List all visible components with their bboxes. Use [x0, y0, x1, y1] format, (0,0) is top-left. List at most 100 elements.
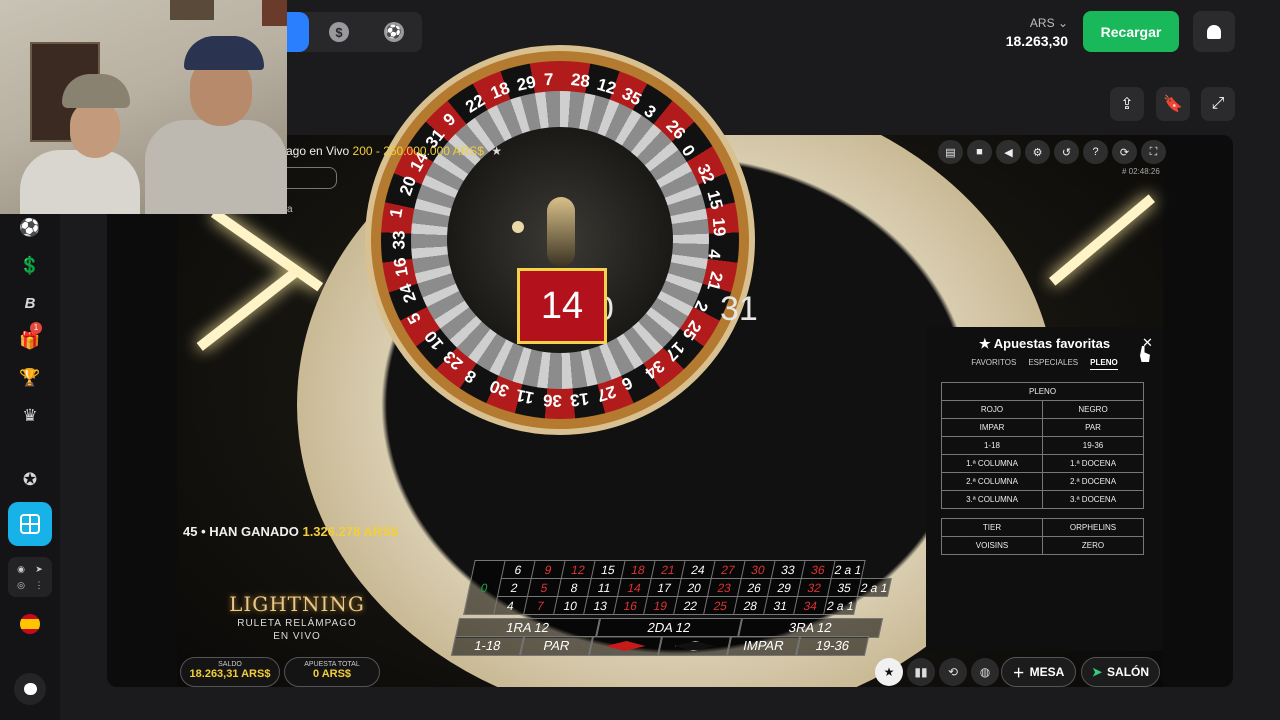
bet-cell[interactable]: 5 [527, 578, 562, 597]
favorite-bet[interactable]: 2.ª DOCENA [1042, 472, 1144, 491]
bet-cell[interactable]: 21 [651, 560, 686, 579]
bet-cell[interactable]: 24 [681, 560, 716, 579]
notifications-button[interactable] [1193, 11, 1235, 52]
bet-cell[interactable]: 20 [677, 578, 712, 597]
bet-cell[interactable]: 2 a 1 [823, 596, 858, 615]
tab-sports-icon[interactable]: ⚽ [384, 22, 404, 42]
favorite-bet[interactable]: 19-36 [1042, 436, 1144, 455]
history-icon[interactable]: ↺ [1054, 140, 1079, 164]
bet-cell[interactable]: 2 [497, 578, 532, 597]
chat-button[interactable] [14, 673, 46, 705]
special-bet[interactable]: VOISINS [941, 536, 1043, 555]
spain-flag-icon[interactable] [20, 614, 40, 634]
repeat-button[interactable]: ⟲ [939, 658, 967, 686]
bet-cell[interactable]: 10 [553, 596, 588, 615]
lobby-icon[interactable]: ⟳ [1112, 140, 1137, 164]
dozen-1[interactable]: 1RA 12 [454, 618, 601, 638]
bet-cell[interactable]: 4 [493, 596, 528, 615]
video-icon[interactable]: ■ [967, 140, 992, 164]
bet-even[interactable]: PAR [519, 636, 594, 656]
tab-pleno[interactable]: PLENO [1090, 358, 1118, 370]
bet-cell[interactable]: 28 [733, 596, 768, 615]
bet-cell[interactable]: 36 [801, 560, 836, 579]
table-button[interactable]: ＋ MESA [1001, 657, 1076, 687]
bet-cell[interactable]: 2 a 1 [857, 578, 892, 597]
crown-icon[interactable]: ♛ [15, 401, 45, 431]
bet-cell[interactable]: 9 [531, 560, 566, 579]
bet-19-36[interactable]: 19-36 [795, 636, 870, 656]
special-bet[interactable]: ZERO [1042, 536, 1144, 555]
favorite-bet[interactable]: 3.ª COLUMNA [941, 490, 1043, 509]
favorite-bet[interactable]: NEGRO [1042, 400, 1144, 419]
favorite-bet[interactable]: 2.ª COLUMNA [941, 472, 1043, 491]
favorite-bet[interactable]: IMPAR [941, 418, 1043, 437]
tab-dollar-icon[interactable]: $ [329, 22, 349, 42]
special-bet[interactable]: ORPHELINS [1042, 518, 1144, 537]
coin-icon[interactable]: 💲 [15, 251, 45, 281]
favorite-bet[interactable]: 1.ª COLUMNA [941, 454, 1043, 473]
bet-cell[interactable]: 27 [711, 560, 746, 579]
bet-cell[interactable]: 31 [763, 596, 798, 615]
bookmark-button[interactable]: 🔖 [1156, 87, 1190, 121]
bet-cell[interactable]: 30 [741, 560, 776, 579]
bet-cell[interactable]: 32 [797, 578, 832, 597]
sound-icon[interactable]: ◀ [996, 140, 1021, 164]
chat-toggle-icon[interactable]: ▤ [938, 140, 963, 164]
bet-cell[interactable]: 26 [737, 578, 772, 597]
recharge-button[interactable]: Recargar [1083, 11, 1179, 52]
bet-cell[interactable]: 33 [771, 560, 806, 579]
instagram-icon[interactable]: ◎ [14, 578, 28, 592]
bet-1-18[interactable]: 1-18 [450, 636, 525, 656]
bet-cell[interactable]: 17 [647, 578, 682, 597]
help-icon[interactable]: ? [1083, 140, 1108, 164]
windows-app-button[interactable] [8, 502, 52, 546]
dozen-3[interactable]: 3RA 12 [737, 618, 884, 638]
fullscreen-button[interactable]: ⤢ [1201, 87, 1235, 121]
telegram-icon[interactable]: ➤ [32, 562, 46, 576]
bet-cell[interactable]: 13 [583, 596, 618, 615]
trophy-icon[interactable]: 🏆 [15, 363, 45, 393]
overlay-tab[interactable] [287, 167, 337, 189]
bet-black[interactable] [657, 636, 732, 656]
bet-cell[interactable]: 6 [501, 560, 536, 579]
chips-button[interactable]: ◍ [971, 658, 999, 686]
favorite-bet[interactable]: PAR [1042, 418, 1144, 437]
favorites-button[interactable]: ★ [875, 658, 903, 686]
bet-cell[interactable]: 18 [621, 560, 656, 579]
bet-cell[interactable]: 2 a 1 [831, 560, 866, 579]
bet-cell[interactable]: 7 [523, 596, 558, 615]
pleno-header[interactable]: PLENO [941, 382, 1144, 401]
bet-cell[interactable]: 25 [703, 596, 738, 615]
more-icon[interactable]: ⋮ [32, 578, 46, 592]
special-bet[interactable]: TIER [941, 518, 1043, 537]
favorite-bet[interactable]: 1-18 [941, 436, 1043, 455]
bet-cell[interactable]: 14 [617, 578, 652, 597]
star-icon[interactable]: ★ [491, 144, 502, 158]
balance-display[interactable]: ARS ⌄ 18.263,30 [1006, 16, 1068, 49]
tab-especiales[interactable]: ESPECIALES [1028, 358, 1078, 370]
bet-cell[interactable]: 15 [591, 560, 626, 579]
bet-cell[interactable]: 8 [557, 578, 592, 597]
statistics-button[interactable]: ▮▮ [907, 658, 935, 686]
bet-cell[interactable]: 12 [561, 560, 596, 579]
badge-check-icon[interactable]: ✪ [15, 465, 45, 495]
dozen-2[interactable]: 2DA 12 [596, 618, 742, 638]
bet-cell[interactable]: 23 [707, 578, 742, 597]
share-button[interactable]: ⇪ [1110, 87, 1144, 121]
lobby-button[interactable]: ➤ SALÓN [1081, 657, 1160, 687]
favorite-bet[interactable]: ROJO [941, 400, 1043, 419]
tab-casino-active[interactable] [287, 12, 309, 52]
bet-cell[interactable]: 35 [827, 578, 862, 597]
soccer-ball-icon[interactable]: ⚽ [15, 213, 45, 243]
bet-cell[interactable]: 29 [767, 578, 802, 597]
bet-cell[interactable]: 34 [793, 596, 828, 615]
bet-odd[interactable]: IMPAR [726, 636, 801, 656]
bet-red[interactable] [588, 636, 663, 656]
favorite-bet[interactable]: 3.ª DOCENA [1042, 490, 1144, 509]
bet-cell[interactable]: 16 [613, 596, 648, 615]
whatsapp-icon[interactable]: ◉ [14, 562, 28, 576]
bet-cell[interactable]: 11 [587, 578, 622, 597]
favorite-bet[interactable]: 1.ª DOCENA [1042, 454, 1144, 473]
b-logo-icon[interactable]: B [15, 288, 45, 318]
bet-cell[interactable]: 22 [673, 596, 708, 615]
